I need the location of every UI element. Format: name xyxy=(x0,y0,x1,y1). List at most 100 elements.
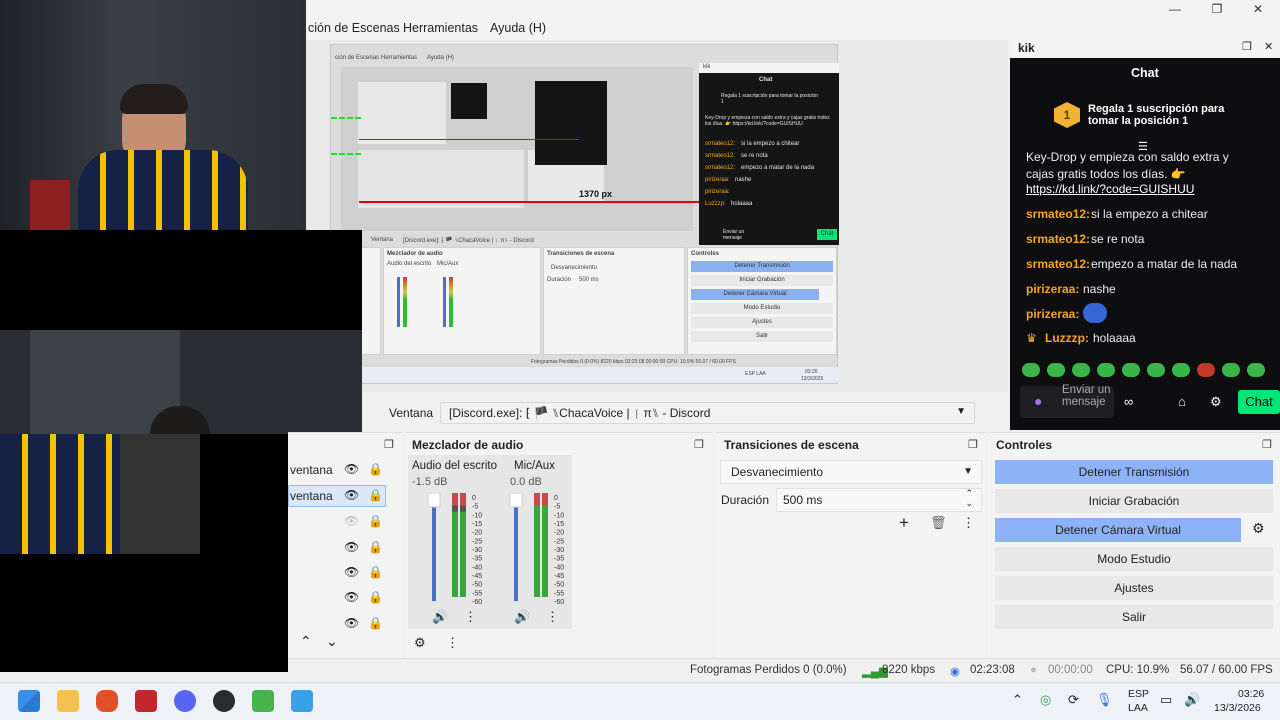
fader-knob[interactable] xyxy=(509,493,523,508)
store-icon[interactable]: ⌂ xyxy=(1178,394,1186,409)
voicemeeter-icon[interactable] xyxy=(135,690,157,712)
meter-level xyxy=(542,501,548,597)
emote-icon[interactable] xyxy=(1072,363,1090,377)
chat-username[interactable]: srmateo12: xyxy=(1026,232,1090,246)
exit-button[interactable]: Salir xyxy=(995,605,1273,629)
emote-icon[interactable] xyxy=(1172,363,1190,377)
kebab-menu-icon[interactable]: ⋮ xyxy=(546,609,559,625)
clock-time[interactable]: 03:26 xyxy=(1238,688,1264,700)
source-item-label[interactable]: ventana xyxy=(290,463,333,477)
chat-username[interactable]: pirizeraa: xyxy=(1026,282,1079,296)
gear-icon[interactable]: ⚙ xyxy=(1210,394,1222,410)
float-icon[interactable]: ❐ xyxy=(1262,438,1272,451)
menu-scenes[interactable]: ción de Escenas xyxy=(308,21,400,35)
maximize-icon[interactable]: ❐ xyxy=(1202,2,1232,16)
lock-icon[interactable]: 🔒 xyxy=(368,565,383,579)
tray-app-icon[interactable]: ◎ xyxy=(1040,692,1051,708)
emote-icon[interactable] xyxy=(1147,363,1165,377)
chat-promo-link[interactable]: https://kd.link/?code=GUISHUU xyxy=(1026,182,1194,196)
transition-select[interactable]: Desvanecimiento ▼ xyxy=(720,460,982,484)
window-source-select[interactable]: [Discord.exe]: ⁅ 🏴 ⑊ChacaVoice | ⁅ π⑊ - … xyxy=(440,402,975,424)
start-icon[interactable] xyxy=(18,690,40,712)
emote-icon[interactable] xyxy=(1047,363,1065,377)
lock-icon[interactable]: 🔒 xyxy=(368,590,383,604)
stop-streaming-button[interactable]: Detener Transmisión xyxy=(995,460,1273,484)
kebab-menu-icon[interactable]: ⋮ xyxy=(446,635,459,651)
sync-icon[interactable]: ⟳ xyxy=(1068,692,1079,708)
menu-help[interactable]: Ayuda (H) xyxy=(490,21,546,35)
meter-scale-label: -40 xyxy=(554,564,564,571)
settings-button[interactable]: Ajustes xyxy=(995,576,1273,600)
lock-icon[interactable]: 🔒 xyxy=(368,462,383,476)
chat-username[interactable]: Luzzzp: xyxy=(1045,331,1089,345)
start-recording-button[interactable]: Iniciar Grabación xyxy=(995,489,1273,513)
microphone-icon[interactable]: ● xyxy=(1034,393,1042,409)
emote-icon[interactable] xyxy=(1022,363,1040,377)
close-icon[interactable]: ✕ xyxy=(1264,40,1273,53)
stop-virtual-camera-button[interactable]: Detener Cámara Virtual xyxy=(995,518,1241,542)
float-icon[interactable]: ❐ xyxy=(694,438,704,451)
lock-icon[interactable]: 🔒 xyxy=(368,488,383,502)
chat-send-button[interactable]: Chat xyxy=(1238,390,1280,414)
lock-icon[interactable]: 🔒 xyxy=(368,514,383,528)
nested-fade: Desvanecimiento xyxy=(551,265,598,271)
obs-icon[interactable] xyxy=(213,690,235,712)
lock-icon[interactable]: 🔒 xyxy=(368,540,383,554)
microphone-icon[interactable]: 🎙 xyxy=(1096,692,1113,708)
float-icon[interactable]: ❐ xyxy=(968,438,978,451)
emote-icon[interactable] xyxy=(1247,363,1265,377)
eye-icon[interactable]: 👁 xyxy=(344,590,359,604)
chat-username[interactable]: srmateo12: xyxy=(1026,207,1090,221)
chevron-up-icon[interactable]: ⌃ xyxy=(1012,692,1023,708)
nested-chat-user-2: srmateo12: xyxy=(705,153,736,159)
eye-icon[interactable]: 👁 xyxy=(344,488,359,502)
speaker-icon[interactable]: 🔊 xyxy=(514,609,530,625)
emote-icon[interactable] xyxy=(1197,363,1215,377)
emote-icon[interactable] xyxy=(1122,363,1140,377)
speaker-icon[interactable]: 🔊 xyxy=(432,609,448,625)
photos-icon[interactable] xyxy=(291,690,313,712)
nested-btn-3: Modo Estudio xyxy=(691,303,833,314)
float-icon[interactable]: ❐ xyxy=(1242,40,1252,53)
lock-icon[interactable]: 🔒 xyxy=(368,616,383,630)
share-icon[interactable]: ∞ xyxy=(1124,394,1133,409)
trash-icon[interactable]: 🗑 xyxy=(930,515,947,531)
chat-input[interactable]: ● Enviar un mensaje xyxy=(1020,384,1114,418)
gear-icon[interactable]: ⚙ xyxy=(414,635,426,651)
minimize-icon[interactable]: — xyxy=(1160,2,1190,16)
gear-icon[interactable]: ⚙ xyxy=(1252,520,1265,537)
eye-icon[interactable]: 👁 xyxy=(344,565,359,579)
discord-icon[interactable] xyxy=(174,690,196,712)
stepper-down-icon[interactable]: ⌄ xyxy=(965,498,973,509)
close-icon[interactable]: ✕ xyxy=(1243,2,1273,16)
volume-icon[interactable]: 🔊 xyxy=(1184,692,1200,708)
nested-chat-user-3: srmateo12: xyxy=(705,165,736,171)
chat-username[interactable]: pirizeraa: xyxy=(1026,307,1079,321)
emote-icon[interactable] xyxy=(1097,363,1115,377)
studio-mode-button[interactable]: Modo Estudio xyxy=(995,547,1273,571)
emote-icon[interactable] xyxy=(1222,363,1240,377)
kebab-menu-icon[interactable]: ⋮ xyxy=(962,515,975,531)
duration-spinbox[interactable]: 500 ms ⌃ ⌄ xyxy=(776,488,982,512)
chat-username[interactable]: srmateo12: xyxy=(1026,257,1090,271)
network-icon[interactable]: ▭ xyxy=(1160,692,1172,708)
move-up-icon[interactable]: ⌃ xyxy=(300,633,312,650)
volume-fader[interactable] xyxy=(514,497,518,601)
move-down-icon[interactable]: ⌄ xyxy=(326,633,338,650)
lang-indicator[interactable]: ESP xyxy=(1128,688,1149,700)
eye-icon[interactable]: 👁 xyxy=(344,616,359,630)
fader-knob[interactable] xyxy=(427,493,441,508)
eye-hidden-icon[interactable]: 👁 xyxy=(344,514,359,528)
android-icon[interactable] xyxy=(252,690,274,712)
menu-tools[interactable]: Herramientas xyxy=(403,21,478,35)
eye-icon[interactable]: 👁 xyxy=(344,462,359,476)
add-transition-icon[interactable]: + xyxy=(899,513,909,533)
volume-fader[interactable] xyxy=(432,497,436,601)
gift-number: 1 xyxy=(1063,108,1071,122)
kebab-menu-icon[interactable]: ⋮ xyxy=(464,609,477,625)
brave-icon[interactable] xyxy=(96,690,118,712)
float-icon[interactable]: ❐ xyxy=(384,438,394,451)
source-item-label[interactable]: ventana xyxy=(290,489,333,503)
eye-icon[interactable]: 👁 xyxy=(344,540,359,554)
file-explorer-icon[interactable] xyxy=(57,690,79,712)
